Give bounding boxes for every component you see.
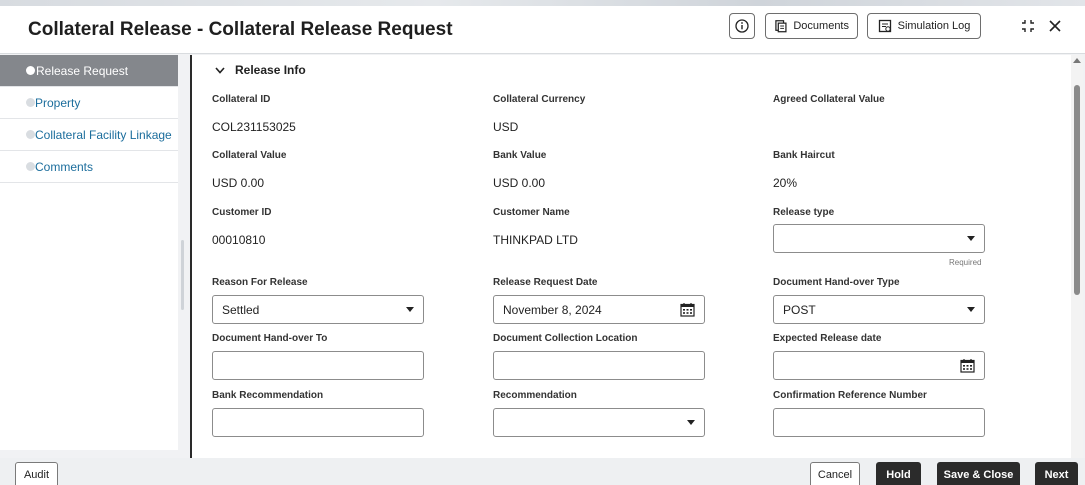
recommendation-label: Recommendation [493,390,577,401]
simulation-log-button[interactable]: Simulation Log [867,13,981,39]
document-handover-type-select[interactable]: POST [773,295,985,324]
bank-haircut-label: Bank Haircut [773,150,835,161]
info-icon [735,19,749,33]
dropdown-caret-icon [967,307,975,312]
release-type-label: Release type [773,207,835,218]
panel-splitter-handle[interactable] [181,240,184,310]
collateral-id-value: COL231153025 [212,120,296,134]
sidebar-item-comments[interactable]: Comments [0,151,178,183]
collateral-value-value: USD 0.00 [212,176,265,190]
document-collection-location-input[interactable] [493,351,705,380]
footer-bar [0,458,1085,485]
sidebar-item-label: Collateral Facility Linkage [35,127,172,142]
collapse-button[interactable] [1020,18,1036,34]
release-request-date-value: November 8, 2024 [503,302,602,317]
document-handover-to-input[interactable] [212,351,424,380]
close-icon [1049,20,1061,32]
simulation-log-label: Simulation Log [897,20,971,32]
dropdown-caret-icon [406,307,414,312]
step-dot-icon [26,66,35,75]
audit-button[interactable]: Audit [15,462,58,485]
sidebar-item-release-request[interactable]: Release Request [0,55,178,87]
collapse-icon [1022,20,1034,32]
page-title: Collateral Release - Collateral Release … [28,19,453,40]
simulation-log-icon [878,19,891,33]
customer-name-value: THINKPAD LTD [493,233,578,247]
document-handover-type-label: Document Hand-over Type [773,277,900,288]
bank-recommendation-label: Bank Recommendation [212,390,324,401]
customer-id-label: Customer ID [212,207,272,218]
close-button[interactable] [1047,18,1063,34]
scrollbar-thumb[interactable] [1074,85,1080,295]
calendar-button[interactable] [960,358,975,373]
release-type-select[interactable] [773,224,985,253]
expected-release-date-input[interactable] [773,351,985,380]
bank-haircut-value: 20% [773,176,798,190]
bank-value-label: Bank Value [493,150,547,161]
recommendation-select[interactable] [493,408,705,437]
collateral-id-label: Collateral ID [212,94,271,105]
calendar-icon [960,359,975,373]
reason-for-release-selected: Settled [222,302,260,317]
calendar-button[interactable] [680,302,695,317]
reason-for-release-select[interactable]: Settled [212,295,424,324]
step-dot-icon [26,130,35,139]
sidebar: Release Request Property Collateral Faci… [0,55,178,450]
sidebar-item-label: Property [35,95,81,110]
documents-button[interactable]: Documents [765,13,858,39]
bank-recommendation-input[interactable] [212,408,424,437]
bank-value-value: USD 0.00 [493,176,546,190]
customer-name-label: Customer Name [493,207,570,218]
step-dot-icon [26,98,35,107]
collateral-currency-value: USD [493,120,519,134]
calendar-icon [680,303,695,317]
agreed-collateral-value-label: Agreed Collateral Value [773,94,885,105]
next-button[interactable]: Next [1035,462,1078,485]
expected-release-date-label: Expected Release date [773,333,882,344]
reason-for-release-label: Reason For Release [212,277,308,288]
confirmation-reference-number-label: Confirmation Reference Number [773,390,927,401]
document-handover-type-selected: POST [783,302,816,317]
customer-id-value: 00010810 [212,233,266,247]
sidebar-item-label: Release Request [36,63,129,78]
release-request-date-label: Release Request Date [493,277,598,288]
documents-icon [775,20,787,33]
sidebar-item-collateral-facility-linkage[interactable]: Collateral Facility Linkage [0,119,178,151]
confirmation-reference-number-input[interactable] [773,408,985,437]
documents-label: Documents [793,20,849,32]
scroll-up-arrow-icon[interactable] [1073,57,1081,63]
dropdown-caret-icon [967,236,975,241]
document-collection-location-label: Document Collection Location [493,333,638,344]
section-title: Release Info [235,63,306,77]
hold-button[interactable]: Hold [876,462,921,485]
sidebar-item-property[interactable]: Property [0,87,178,119]
document-handover-to-label: Document Hand-over To [212,333,328,344]
chevron-down-icon [215,66,225,74]
dropdown-caret-icon [687,420,695,425]
collateral-currency-label: Collateral Currency [493,94,586,105]
collateral-value-label: Collateral Value [212,150,287,161]
save-close-button[interactable]: Save & Close [937,462,1020,485]
section-release-info-toggle[interactable]: Release Info [215,61,306,79]
cancel-button[interactable]: Cancel [810,462,860,485]
vertical-scrollbar[interactable] [1071,55,1083,458]
sidebar-item-label: Comments [35,159,94,174]
info-button[interactable] [729,13,755,39]
release-request-date-input[interactable]: November 8, 2024 [493,295,705,324]
release-type-required-hint: Required [949,258,982,267]
step-dot-icon [26,162,35,171]
